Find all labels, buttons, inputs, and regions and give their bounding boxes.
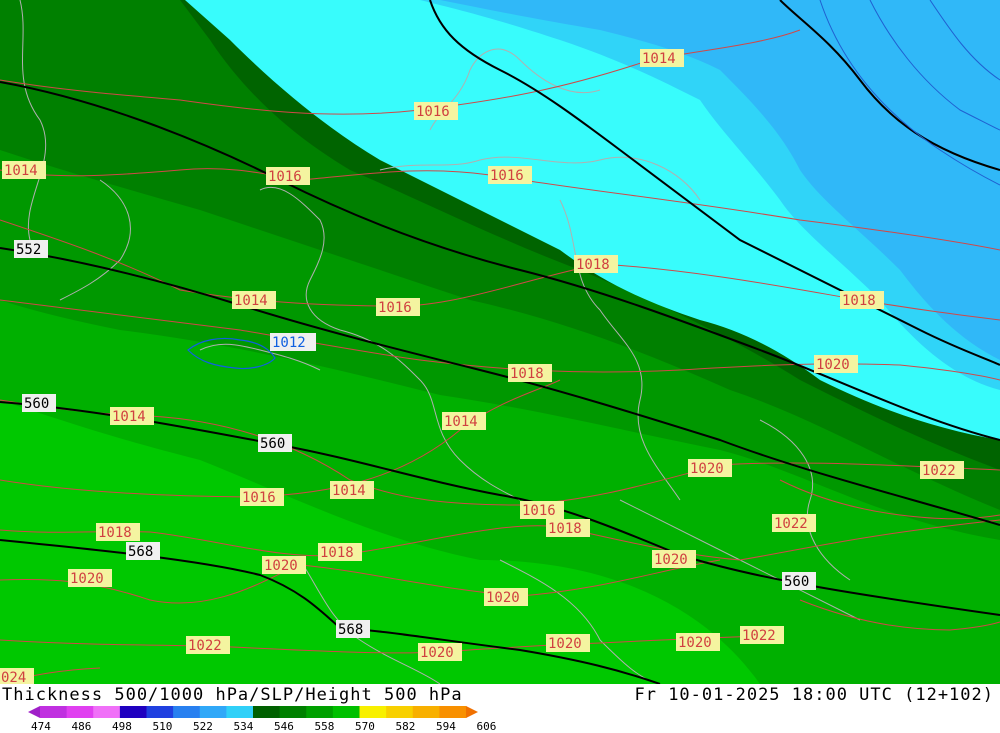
slp-label: 1016 xyxy=(378,300,412,316)
legend-tick-label: 606 xyxy=(476,720,497,733)
slp-label: 1020 xyxy=(548,636,582,652)
slp-label: 1016 xyxy=(242,490,276,506)
legend-swatch xyxy=(386,706,414,718)
valid-time: Fr 10-01-2025 18:00 UTC (12+102) xyxy=(634,685,994,705)
legend-swatch xyxy=(412,706,440,718)
slp-label: 1018 xyxy=(576,257,610,273)
height-label: 552 xyxy=(16,242,41,258)
height-label: 568 xyxy=(128,544,153,560)
slp-label: 1022 xyxy=(922,463,956,479)
slp-label: 1016 xyxy=(490,168,524,184)
legend-tick-label: 558 xyxy=(314,720,335,733)
slp-label: 1016 xyxy=(268,169,302,185)
legend-swatch xyxy=(119,706,147,718)
chart-title: Thickness 500/1000 hPa/SLP/Height 500 hP… xyxy=(2,685,463,705)
slp-label: 1014 xyxy=(444,414,478,430)
legend-swatch xyxy=(199,706,227,718)
legend-tick-label: 510 xyxy=(152,720,173,733)
legend-tick-label: 594 xyxy=(436,720,456,733)
slp-label: 1020 xyxy=(264,558,298,574)
slp-label: 1020 xyxy=(486,590,520,606)
slp-label: 1020 xyxy=(654,552,688,568)
legend-swatch xyxy=(466,706,478,718)
legend-tick-label: 486 xyxy=(71,720,92,733)
slp-label: 1018 xyxy=(842,293,876,309)
slp-label: 1016 xyxy=(522,503,556,519)
legend-swatch xyxy=(226,706,254,718)
slp-label: 1012 xyxy=(272,335,306,351)
height-label: 560 xyxy=(24,396,49,412)
legend-swatch xyxy=(279,706,307,718)
height-label: 560 xyxy=(260,436,285,452)
legend-ticks: 474 486 498 510 522 534 546 558 570 582 594 606 xyxy=(0,720,560,733)
legend-swatch xyxy=(359,706,387,718)
legend-tick-label: 474 xyxy=(31,720,51,733)
legend-swatch xyxy=(439,706,467,718)
slp-label: 1022 xyxy=(774,516,808,532)
slp-label: 1014 xyxy=(234,293,268,309)
slp-label: 1022 xyxy=(742,628,776,644)
legend-tick-label: 522 xyxy=(193,720,213,733)
slp-label: 1020 xyxy=(690,461,724,477)
slp-label: 1022 xyxy=(188,638,222,654)
legend-swatch xyxy=(173,706,201,718)
slp-label: 1018 xyxy=(98,525,132,541)
slp-label: 1020 xyxy=(420,645,454,661)
footer: Thickness 500/1000 hPa/SLP/Height 500 hP… xyxy=(0,684,1000,733)
legend-tick-label: 570 xyxy=(355,720,375,733)
slp-label: 1018 xyxy=(320,545,354,561)
legend-swatch xyxy=(146,706,174,718)
legend-tick-label: 546 xyxy=(274,720,294,733)
slp-label: 1016 xyxy=(416,104,450,120)
legend-swatch xyxy=(28,706,40,718)
legend-swatch xyxy=(306,706,334,718)
legend-swatch xyxy=(253,706,281,718)
slp-label: 1020 xyxy=(816,357,850,373)
slp-label: 1018 xyxy=(548,521,582,537)
slp-label: 1020 xyxy=(678,635,712,651)
height-label: 568 xyxy=(338,622,363,638)
slp-label: 1014 xyxy=(642,51,676,67)
slp-label: 1018 xyxy=(510,366,544,382)
legend-tick-label: 534 xyxy=(233,720,254,733)
slp-label: 1014 xyxy=(332,483,366,499)
color-legend xyxy=(28,706,478,718)
slp-label: 024 xyxy=(1,670,26,684)
legend-tick-label: 582 xyxy=(395,720,416,733)
legend-swatch xyxy=(40,706,68,718)
legend-swatch xyxy=(93,706,121,718)
slp-label: 1014 xyxy=(112,409,146,425)
legend-swatch xyxy=(332,706,360,718)
height-label: 560 xyxy=(784,574,809,590)
legend-tick-label: 498 xyxy=(112,720,132,733)
slp-label: 1014 xyxy=(4,163,38,179)
slp-label: 1020 xyxy=(70,571,104,587)
legend-swatch xyxy=(66,706,94,718)
weather-map: 1014 1016 1014 1016 1016 1018 1018 1014 … xyxy=(0,0,1000,684)
